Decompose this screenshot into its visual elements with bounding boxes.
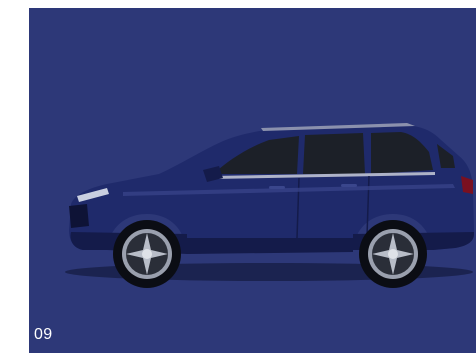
slide-number: 09	[34, 326, 53, 343]
suv-side-view-icon	[65, 123, 474, 288]
gallery-slide[interactable]: 09	[29, 8, 476, 353]
car-window	[303, 133, 365, 174]
rear-wheel	[359, 220, 427, 288]
front-wheel	[113, 220, 181, 288]
page: 09	[0, 0, 476, 363]
grille	[69, 204, 89, 228]
